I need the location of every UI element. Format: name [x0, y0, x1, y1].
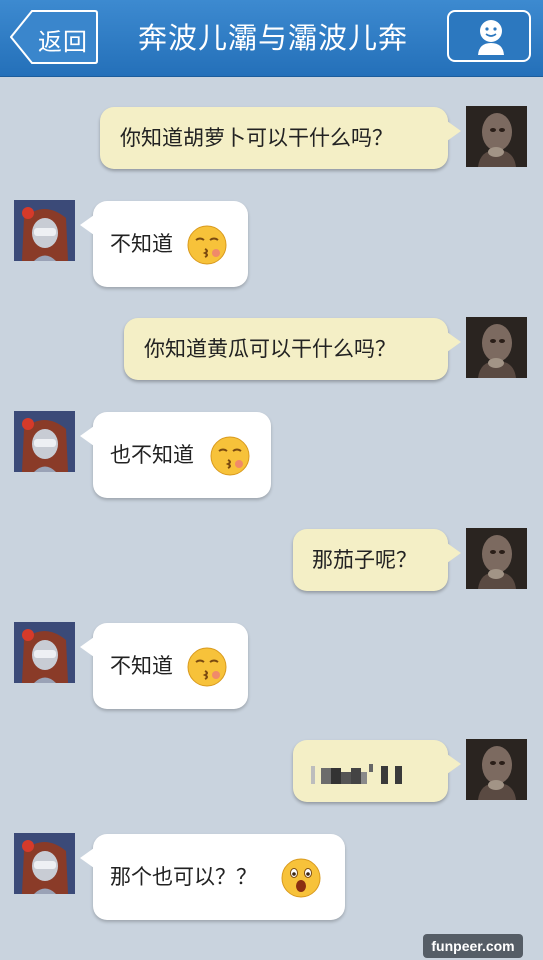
contact-avatar[interactable] [14, 833, 75, 894]
avatar-bald-man-image [466, 528, 527, 589]
message-text: 那茄子呢？ [312, 548, 417, 572]
message-text: 不知道 [110, 232, 173, 256]
message-bubble-outgoing[interactable]: 那茄子呢？ [293, 529, 461, 591]
back-button[interactable]: 返回 [10, 10, 98, 64]
bubble-tail [447, 754, 461, 774]
contact-avatar[interactable] [14, 411, 75, 472]
message-bubble-outgoing[interactable] [293, 740, 461, 802]
bubble-tail [447, 332, 461, 352]
sender-avatar[interactable] [466, 317, 527, 378]
message-text: 你知道黄瓜可以干什么吗？ [144, 337, 396, 361]
message-bubble-outgoing[interactable]: 你知道黄瓜可以干什么吗？ [124, 318, 461, 380]
message-bubble-incoming[interactable]: 不知道 [80, 201, 248, 287]
sender-avatar[interactable] [466, 739, 527, 800]
user-avatar-icon [478, 20, 504, 55]
message-bubble-outgoing[interactable]: 你知道胡萝卜可以干什么吗？ [100, 107, 461, 169]
message-bubble-incoming[interactable]: 那个也可以？？ [80, 834, 345, 920]
bubble-tail [80, 426, 94, 446]
profile-button[interactable] [447, 10, 531, 62]
bubble-tail [447, 121, 461, 141]
kissing-face-emoji [210, 436, 250, 476]
back-button-label: 返回 [38, 28, 88, 56]
astonished-face-emoji [281, 858, 321, 898]
sender-avatar[interactable] [466, 528, 527, 589]
kissing-face-emoji [187, 647, 227, 687]
avatar-bald-man-image [466, 317, 527, 378]
title-bar: 返回 奔波儿灞与灞波儿奔 [0, 0, 543, 77]
contact-avatar[interactable] [14, 200, 75, 261]
avatar-bald-man-image [466, 739, 527, 800]
bubble-tail [80, 637, 94, 657]
message-text: 那个也可以？？ [110, 865, 257, 889]
bubble-tail [80, 215, 94, 235]
sender-avatar[interactable] [466, 106, 527, 167]
kissing-face-emoji [187, 225, 227, 265]
message-bubble-incoming[interactable]: 不知道 [80, 623, 248, 709]
bubble-tail [447, 543, 461, 563]
message-text: 不知道 [110, 654, 173, 678]
bubble-tail [80, 848, 94, 868]
avatar-girl-image [14, 833, 75, 894]
avatar-girl-image [14, 200, 75, 261]
message-text: 你知道胡萝卜可以干什么吗？ [120, 126, 393, 150]
message-bubble-incoming[interactable]: 也不知道 [80, 412, 271, 498]
avatar-bald-man-image [466, 106, 527, 167]
contact-avatar[interactable] [14, 622, 75, 683]
avatar-girl-image [14, 411, 75, 472]
avatar-girl-image [14, 622, 75, 683]
message-text: 也不知道 [110, 443, 194, 467]
pixelated-text [311, 764, 402, 784]
watermark: funpeer.com [423, 934, 523, 958]
chat-title: 奔波儿灞与灞波儿奔 [137, 21, 408, 55]
